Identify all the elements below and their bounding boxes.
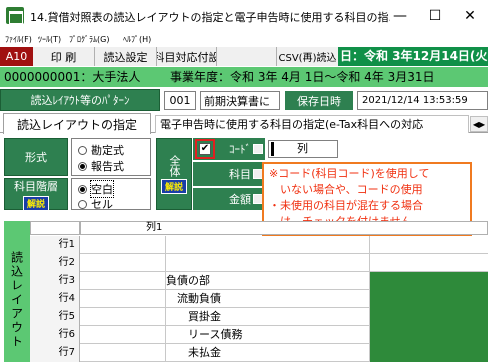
subject-row: 科目 — [193, 162, 265, 186]
all-label-text: 全体 — [168, 154, 181, 177]
save-date-value: 2021/12/14 13:53:59 — [357, 91, 488, 110]
grid-cell-amount[interactable] — [370, 344, 488, 362]
format-option-label: 勘定式 — [91, 144, 124, 157]
grid-cell[interactable]: リース債務 — [166, 326, 370, 344]
code-checkbox[interactable]: ✔ — [199, 143, 211, 155]
grid-row[interactable]: 行2 — [30, 254, 488, 272]
grid-row-label: 行4 — [30, 290, 80, 308]
grid-cell[interactable] — [166, 254, 370, 272]
callout-line: いない場合や、コードの使用 — [269, 183, 423, 196]
grid-cell[interactable]: 負債の部 — [166, 272, 370, 290]
help-button[interactable]: 解説 — [22, 195, 49, 211]
hierarchy-option-label: セル — [91, 198, 113, 211]
hierarchy-radio-group: 空白 セル — [71, 178, 151, 212]
grid-row-label: 行5 — [30, 308, 80, 326]
grid-row[interactable]: 行1 — [30, 236, 488, 254]
radio-button[interactable] — [78, 145, 87, 155]
save-date-label: 保存日時 — [285, 91, 353, 110]
grid-side-label-text: 読込レイアウト — [9, 251, 24, 349]
grid-side-label: 読込レイアウト — [4, 221, 30, 362]
format-option-report[interactable]: 報告式 — [78, 158, 124, 174]
hierarchy-option-blank[interactable]: 空白 — [78, 180, 114, 198]
pattern-number-field[interactable]: 001 — [164, 91, 196, 110]
grid-cell[interactable] — [80, 254, 166, 272]
date-banner: 日：令和 3年12月14日(火) — [338, 47, 488, 66]
grid-row-label: 行1 — [30, 236, 80, 254]
grid-cell[interactable]: 買掛金 — [166, 308, 370, 326]
app-icon — [6, 7, 24, 24]
radio-button[interactable] — [78, 199, 87, 209]
amount-row: 金額 — [193, 188, 265, 210]
format-option-account[interactable]: 勘定式 — [78, 142, 124, 158]
grid-row-label: 行6 — [30, 326, 80, 344]
hierarchy-option-cell[interactable]: セル — [78, 196, 113, 212]
grid-cell[interactable] — [166, 236, 370, 254]
all-label: 全体 解説 — [156, 138, 192, 210]
format-option-label: 報告式 — [91, 160, 124, 173]
menu-help[interactable]: ﾍﾙﾌﾟ(H) — [123, 32, 151, 47]
grid-cell[interactable] — [80, 272, 166, 290]
window-title: 14.貸借対照表の読込レイアウトの指定と電子申告時に使用する科目の指... — [30, 11, 390, 24]
minimize-button[interactable]: — — [385, 4, 415, 28]
fiscal-year: 事業年度：令和 3年 4月 1日～令和 4年 3月31日 — [170, 70, 435, 84]
grid-row-label: 行2 — [30, 254, 80, 272]
format-label: 形式 — [4, 138, 68, 176]
grid-cell[interactable] — [370, 254, 488, 272]
grid-cell[interactable] — [80, 326, 166, 344]
column-suffix: 列 — [297, 142, 308, 155]
grid-row-label: 行3 — [30, 272, 80, 290]
screen-code-badge: A10 — [0, 47, 33, 66]
hierarchy-option-label: 空白 — [90, 180, 114, 198]
grid-row[interactable]: 行3 負債の部 — [30, 272, 488, 290]
close-button[interactable]: ✕ — [455, 4, 485, 28]
grid-row-label: 行7 — [30, 344, 80, 362]
grid-row[interactable]: 行7 未払金 — [30, 344, 488, 362]
grid-column-header[interactable]: 列1 — [80, 221, 488, 235]
grid-cell-amount[interactable] — [370, 308, 488, 326]
read-settings-button[interactable]: 読込設定 — [95, 47, 157, 66]
grid-row[interactable]: 行4 流動負債 — [30, 290, 488, 308]
grid-cell-amount[interactable] — [370, 272, 488, 290]
menu-tools[interactable]: ﾂｰﾙ(T) — [38, 32, 61, 47]
grid-corner — [30, 221, 80, 235]
text-cursor — [271, 142, 274, 156]
pattern-button[interactable]: 読込ﾚｲｱｳﾄ等のﾊﾟﾀｰﾝ — [0, 89, 160, 111]
company-name: 0000000001：大手法人 — [4, 70, 141, 84]
hierarchy-label-text: 科目階層 — [14, 179, 58, 193]
pattern-name-field[interactable]: 前期決算書に — [200, 91, 280, 110]
amount-label: 金額 — [229, 193, 251, 206]
toolbar-spacer — [217, 47, 277, 66]
grid-cell-amount[interactable] — [370, 326, 488, 344]
tab-etax-subjects[interactable]: 電子申告時に使用する科目の指定(e-Tax科目への対応 — [155, 115, 469, 133]
grid-cell[interactable] — [80, 344, 166, 362]
grid-cell[interactable] — [80, 236, 166, 254]
csv-read-button[interactable]: CSV(再)読込 — [277, 47, 339, 66]
color-swatch — [253, 144, 263, 154]
radio-button-selected[interactable] — [78, 161, 87, 171]
hierarchy-label: 科目階層 解説 — [4, 178, 68, 211]
radio-button-selected[interactable] — [78, 184, 87, 194]
grid-cell[interactable] — [370, 236, 488, 254]
grid-cell-amount[interactable] — [370, 290, 488, 308]
maximize-button[interactable]: ☐ — [420, 4, 450, 28]
grid-row[interactable]: 行5 買掛金 — [30, 308, 488, 326]
tab-read-layout[interactable]: 読込レイアウトの指定 — [3, 113, 151, 134]
menu-file[interactable]: ﾌｧｲﾙ(F) — [5, 32, 32, 47]
grid-row[interactable]: 行6 リース債務 — [30, 326, 488, 344]
help-button[interactable]: 解説 — [160, 178, 187, 194]
tab-scroll-arrows[interactable]: ◀▶ — [470, 116, 488, 132]
format-radio-group: 勘定式 報告式 — [71, 138, 151, 176]
callout-line: ※コード(科目コード)を使用して — [269, 167, 430, 180]
subject-label: 科目 — [229, 168, 251, 181]
callout-line: ・未使用の科目が混在する場合 — [269, 199, 423, 212]
subject-mapping-button[interactable]: 科目対応付設 — [157, 47, 217, 66]
grid-cell[interactable]: 未払金 — [166, 344, 370, 362]
grid-cell[interactable] — [80, 290, 166, 308]
code-label: ｺｰﾄﾞ — [229, 143, 251, 156]
grid-cell[interactable] — [80, 308, 166, 326]
grid-column-header-label: 列1 — [146, 222, 163, 233]
grid-cell[interactable]: 流動負債 — [166, 290, 370, 308]
menu-program[interactable]: ﾌﾟﾛｸﾞﾗﾑ(G) — [69, 32, 109, 47]
print-button[interactable]: 印 刷 — [33, 47, 95, 66]
